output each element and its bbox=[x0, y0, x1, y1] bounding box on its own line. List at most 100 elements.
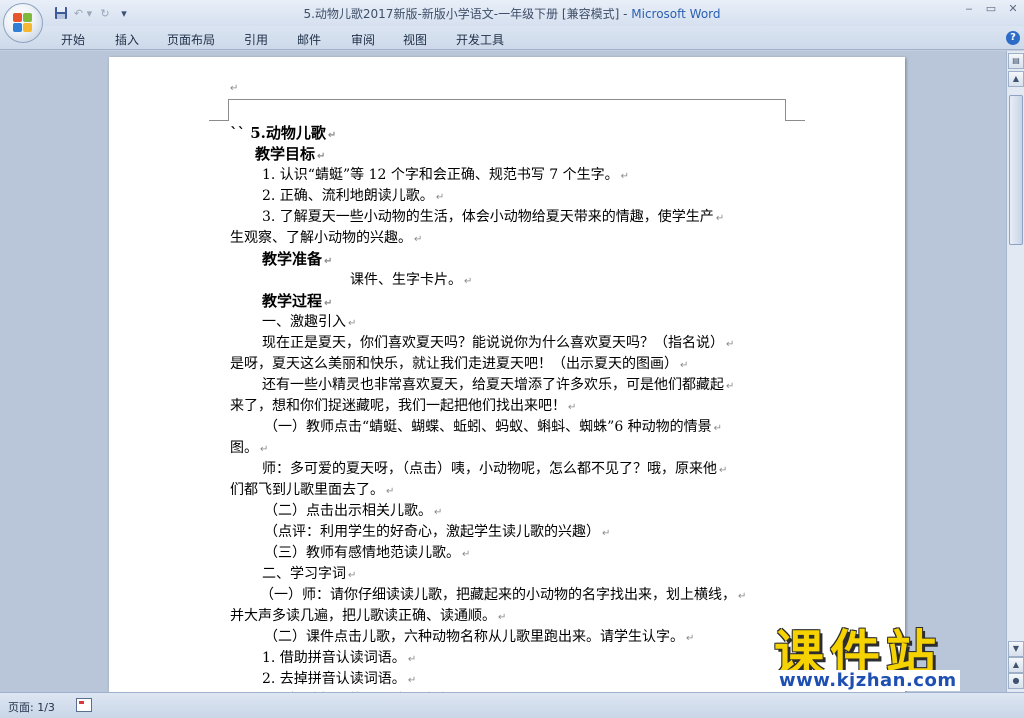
close-icon[interactable]: ✕ bbox=[1002, 2, 1024, 18]
document-line[interactable]: 生观察、了解小动物的兴趣。 ↵ bbox=[230, 228, 422, 248]
crop-mark-top-right bbox=[785, 99, 805, 121]
tab-insert[interactable]: 插入 bbox=[115, 31, 139, 48]
paragraph-mark-icon: ↵ bbox=[348, 570, 357, 581]
document-heading[interactable]: 教学目标 ↵ bbox=[255, 144, 325, 164]
line-text: 课件、生字卡片。 bbox=[350, 272, 462, 288]
line-text: 现在正是夏天，你们喜欢夏天吗？能说说你为什么喜欢夏天吗？（指名说） bbox=[262, 335, 724, 351]
office-button[interactable] bbox=[3, 3, 43, 43]
paragraph-mark-icon: ↵ bbox=[327, 130, 337, 141]
document-line[interactable]: 图。 ↵ bbox=[230, 438, 268, 458]
line-text: 一、激趣引入 bbox=[262, 314, 346, 330]
paragraph-mark-icon: ↵ bbox=[726, 339, 735, 350]
document-line[interactable]: 课件、生字卡片。 ↵ bbox=[350, 270, 472, 290]
scroll-up-icon[interactable]: ▲ bbox=[1008, 71, 1024, 87]
title-separator: - bbox=[619, 7, 632, 21]
watermark-url: www.kjzhan.com bbox=[776, 670, 960, 691]
line-text: 并大声多读几遍，把儿歌读正确、读通顺。 bbox=[230, 608, 496, 624]
document-line[interactable]: 1. 借助拼音认读词语。 ↵ bbox=[262, 648, 416, 668]
tab-mailings[interactable]: 邮件 bbox=[297, 31, 321, 48]
document-line[interactable]: 来了，想和你们捉迷藏呢，我们一起把他们找出来吧！ ↵ bbox=[230, 396, 576, 416]
crop-mark-top-left bbox=[209, 99, 229, 121]
app-name: Microsoft Word bbox=[631, 7, 721, 21]
document-line[interactable]: （三）教师有感情地范读儿歌。 ↵ bbox=[264, 543, 470, 563]
document-title: 5.动物儿歌2017新版-新版小学语文-一年级下册 [兼容模式] bbox=[303, 7, 620, 21]
document-heading[interactable]: `` 5.动物儿歌 ↵ bbox=[230, 123, 336, 143]
document-page[interactable]: ↵ `` 5.动物儿歌 ↵ 教学目标 ↵ 1. 认识“蜻蜓”等 12 个字和会正确、规范… bbox=[109, 57, 905, 692]
tab-page-layout[interactable]: 页面布局 bbox=[167, 31, 215, 48]
document-line[interactable]: （一）教师点击“蜻蜓、蝴蝶、蚯蚓、蚂蚁、蝌蚪、蜘蛛”6 种动物的情景 ↵ bbox=[264, 417, 722, 437]
document-line[interactable]: （点评：利用学生的好奇心，激起学生读儿歌的兴趣） ↵ bbox=[264, 522, 610, 542]
document-line[interactable]: 现在正是夏天，你们喜欢夏天吗？能说说你为什么喜欢夏天吗？（指名说） ↵ bbox=[262, 333, 734, 353]
document-heading[interactable]: 教学过程 ↵ bbox=[262, 291, 332, 311]
paragraph-mark-icon: ↵ bbox=[407, 675, 417, 686]
document-line[interactable]: （二）课件点击儿歌，六种动物名称从儿歌里跑出来。请学生认字。 ↵ bbox=[264, 627, 694, 647]
line-text: （一）教师点击“蜻蜓、蝴蝶、蚯蚓、蚂蚁、蝌蚪、蜘蛛”6 种动物的情景 bbox=[264, 419, 712, 435]
line-text: （三）教师有感情地范读儿歌。 bbox=[264, 545, 460, 561]
line-text: 图。 bbox=[230, 440, 258, 456]
proofing-icon[interactable] bbox=[76, 698, 92, 712]
line-text: 2. 去掉拼音认读词语。 bbox=[262, 671, 406, 687]
paragraph-mark-icon: ↵ bbox=[680, 360, 689, 371]
line-text: （一）师：请你仔细读读儿歌，把藏起来的小动物的名字找出来，划上横线， bbox=[260, 587, 736, 603]
minimize-icon[interactable]: ‒ bbox=[958, 2, 980, 18]
paragraph-mark-icon: ↵ bbox=[317, 151, 326, 162]
document-line[interactable]: 2. 去掉拼音认读词语。 ↵ bbox=[262, 669, 416, 689]
paragraph-mark-icon: ↵ bbox=[407, 654, 417, 665]
window-title: 5.动物儿歌2017新版-新版小学语文-一年级下册 [兼容模式] - Micro… bbox=[0, 5, 1024, 22]
document-line[interactable]: 2. 正确、流利地朗读儿歌。 ↵ bbox=[262, 186, 444, 206]
tab-review[interactable]: 审阅 bbox=[351, 31, 375, 48]
document-line[interactable]: 二、学习字词 ↵ bbox=[262, 564, 356, 584]
line-text: 师：多可爱的夏天呀，（点击）咦，小动物呢，怎么都不见了？哦，原来他 bbox=[262, 461, 717, 477]
watermark: 课件站 www.kjzhan.com bbox=[774, 614, 1006, 692]
paragraph-mark-icon: ↵ bbox=[738, 591, 747, 602]
header-margin-line bbox=[229, 99, 785, 100]
document-line[interactable]: 3. 了解夏天一些小动物的生活，体会小动物给夏天带来的情趣，使学生产 ↵ bbox=[262, 207, 724, 227]
document-area[interactable]: ↵ `` 5.动物儿歌 ↵ 教学目标 ↵ 1. 认识“蜻蜓”等 12 个字和会正确、规范… bbox=[0, 51, 1006, 692]
paragraph-mark-icon: ↵ bbox=[719, 465, 728, 476]
line-text: 教学准备 bbox=[262, 250, 323, 268]
tab-home[interactable]: 开始 bbox=[61, 31, 85, 48]
paragraph-mark-icon: ↵ bbox=[348, 318, 357, 329]
tab-developer[interactable]: 开发工具 bbox=[456, 31, 504, 48]
document-line[interactable]: 并大声多读几遍，把儿歌读正确、读通顺。 ↵ bbox=[230, 606, 506, 626]
paragraph-mark-icon: ↵ bbox=[713, 423, 723, 434]
document-line[interactable]: 师：多可爱的夏天呀，（点击）咦，小动物呢，怎么都不见了？哦，原来他 ↵ bbox=[262, 459, 727, 479]
line-text: 们都飞到儿歌里面去了。 bbox=[230, 482, 384, 498]
line-text: （点评：利用学生的好奇心，激起学生读儿歌的兴趣） bbox=[264, 524, 600, 540]
scroll-thumb[interactable] bbox=[1009, 95, 1023, 245]
paragraph-mark-icon: ↵ bbox=[462, 549, 471, 560]
line-text: `` 5.动物儿歌 bbox=[230, 124, 326, 142]
page-counter[interactable]: 页面: 1/3 bbox=[8, 699, 55, 715]
line-text: 1. 认识“蜻蜓”等 12 个字和会正确、规范书写 7 个生字。 bbox=[262, 167, 619, 183]
vertical-scrollbar[interactable]: ▤ ▲ ▼ ▲ ● bbox=[1006, 51, 1024, 692]
tab-view[interactable]: 视图 bbox=[403, 31, 427, 48]
help-icon[interactable]: ? bbox=[1006, 31, 1020, 45]
title-bar: ↶ ▾ ↻ ▾ 5.动物儿歌2017新版-新版小学语文-一年级下册 [兼容模式]… bbox=[0, 0, 1024, 26]
line-text: 来了，想和你们捉迷藏呢，我们一起把他们找出来吧！ bbox=[230, 398, 566, 414]
ruler-toggle-icon[interactable]: ▤ bbox=[1008, 53, 1024, 69]
restore-icon[interactable]: ▭ bbox=[980, 2, 1002, 18]
paragraph-mark-icon: ↵ bbox=[434, 507, 443, 518]
document-line[interactable]: （二）点击出示相关儿歌。 ↵ bbox=[264, 501, 442, 521]
paragraph-mark-icon: ↵ bbox=[324, 298, 333, 309]
tab-references[interactable]: 引用 bbox=[244, 31, 268, 48]
browse-object-icon[interactable]: ● bbox=[1008, 673, 1024, 689]
paragraph-mark-icon: ↵ bbox=[464, 276, 473, 287]
paragraph-mark-icon: ↵ bbox=[726, 381, 735, 392]
document-line[interactable]: 1. 认识“蜻蜓”等 12 个字和会正确、规范书写 7 个生字。 ↵ bbox=[262, 165, 629, 185]
document-line[interactable]: 们都飞到儿歌里面去了。 ↵ bbox=[230, 480, 394, 500]
ribbon-tabs: 开始 插入 页面布局 引用 邮件 审阅 视图 开发工具 ? bbox=[0, 26, 1024, 50]
paragraph-mark-icon: ↵ bbox=[715, 213, 725, 224]
document-heading[interactable]: 教学准备 ↵ bbox=[262, 249, 332, 269]
document-line[interactable]: （一）师：请你仔细读读儿歌，把藏起来的小动物的名字找出来，划上横线， ↵ bbox=[260, 585, 746, 605]
document-line[interactable]: 还有一些小精灵也非常喜欢夏天，给夏天增添了许多欢乐，可是他们都藏起 ↵ bbox=[262, 375, 734, 395]
previous-page-icon[interactable]: ▲ bbox=[1008, 657, 1024, 673]
line-text: 3. 了解夏天一些小动物的生活，体会小动物给夏天带来的情趣，使学生产 bbox=[262, 209, 714, 225]
line-text: 是呀，夏天这么美丽和快乐，就让我们走进夏天吧！（出示夏天的图画） bbox=[230, 356, 678, 372]
office-logo-icon bbox=[13, 13, 33, 33]
scroll-down-icon[interactable]: ▼ bbox=[1008, 641, 1024, 657]
document-line[interactable]: 是呀，夏天这么美丽和快乐，就让我们走进夏天吧！（出示夏天的图画） ↵ bbox=[230, 354, 688, 374]
document-line[interactable]: 一、激趣引入 ↵ bbox=[262, 312, 356, 332]
paragraph-mark-icon: ↵ bbox=[414, 234, 423, 245]
line-text: 教学目标 bbox=[255, 145, 316, 163]
